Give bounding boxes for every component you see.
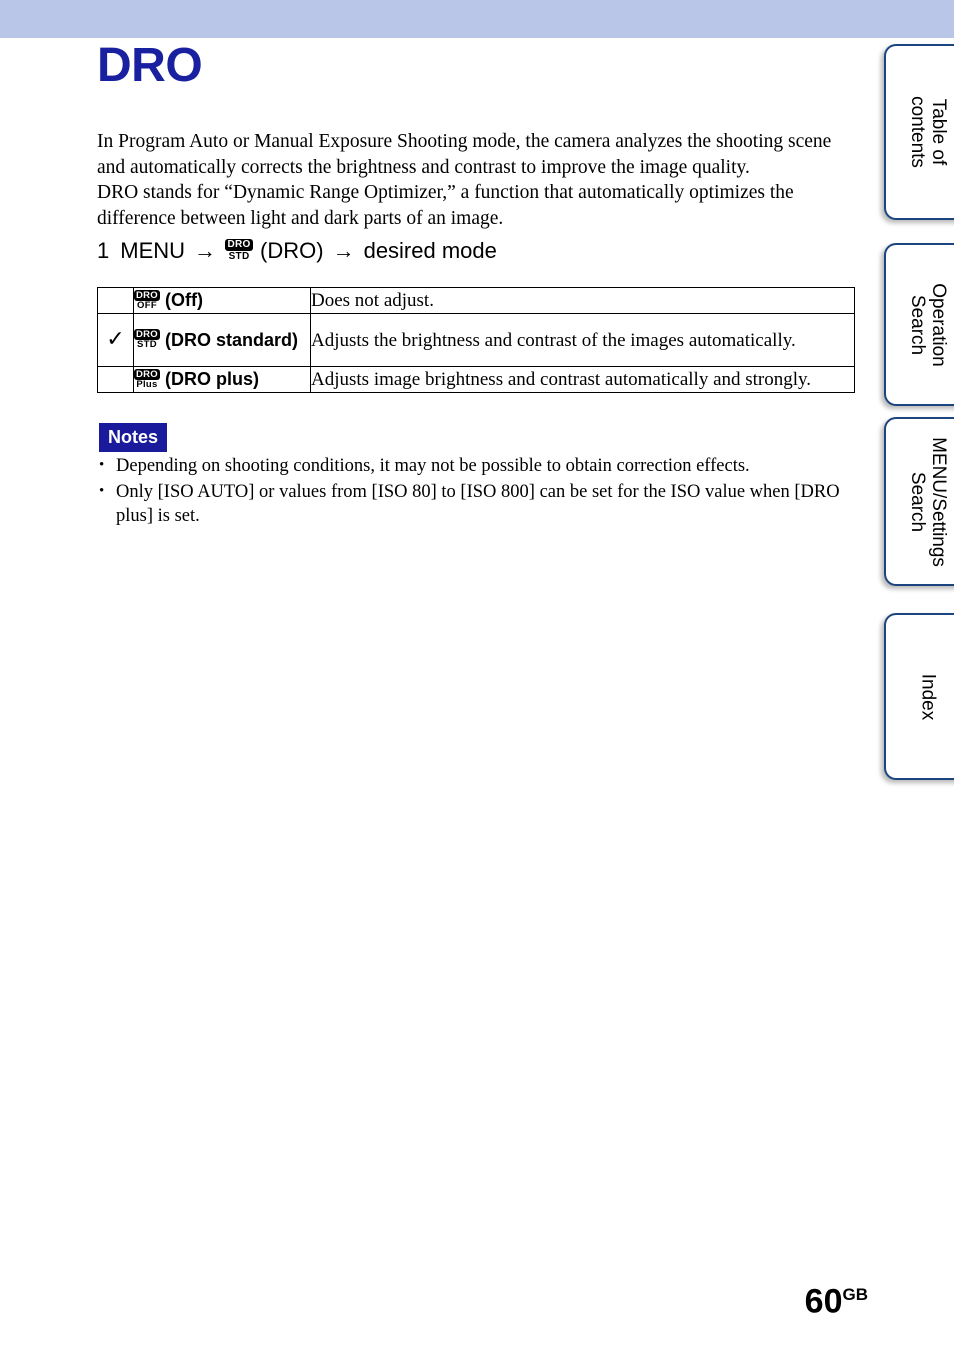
intro-paragraph: In Program Auto or Manual Exposure Shoot… (97, 129, 857, 231)
dro-plus-icon: DRO Plus (134, 368, 160, 391)
option-label-text: (DRO plus) (165, 369, 259, 389)
option-label-text: (Off) (165, 290, 203, 310)
sidebar-item-label-line2: Search (907, 471, 928, 532)
selected-check-cell: ✓ (97, 313, 134, 367)
intro-line-1: In Program Auto or Manual Exposure Shoot… (97, 131, 832, 152)
sidebar-item-index[interactable]: Index (884, 613, 954, 780)
bullet-icon: • (99, 483, 105, 499)
page-title: DRO (97, 39, 203, 92)
dro-icon-top-label: DRO (134, 368, 160, 380)
note-text: Depending on shooting conditions, it may… (116, 456, 750, 476)
dro-icon-top-label: DRO (134, 289, 160, 301)
dro-caption: (DRO) (260, 238, 324, 263)
page-number-value: 60 (804, 1282, 843, 1320)
intro-line-2: and automatically corrects the brightnes… (97, 156, 750, 178)
option-label-cell: DRO Plus (DRO plus) (133, 366, 311, 393)
sidebar-item-table-of-contents[interactable]: Table of contents (884, 44, 954, 220)
menu-path-instruction: 1 MENU → DRO STD (DRO) → desired mode (97, 236, 497, 266)
side-navigation-tabs: Table of contents Operation Search MENU/… (884, 0, 954, 1369)
sidebar-item-label-line2: contents (907, 96, 928, 168)
dro-icon-bottom-label: OFF (137, 299, 157, 311)
table-row[interactable]: DRO OFF (Off) Does not adjust. (97, 287, 855, 314)
table-row[interactable]: ✓ DRO STD (DRO standard) Adjusts the bri… (97, 313, 855, 367)
sidebar-item-label: Index (918, 673, 939, 719)
bullet-icon: • (99, 457, 105, 473)
sidebar-item-menu-settings-search[interactable]: MENU/Settings Search (884, 417, 954, 586)
page-number: 60GB (805, 1277, 868, 1319)
step-number: 1 (97, 238, 110, 263)
sidebar-item-label-line1: Index (917, 673, 939, 720)
menu-label: MENU (120, 238, 186, 263)
dro-std-icon: DRO STD (225, 238, 254, 262)
option-description-cell: Does not adjust. (310, 287, 855, 314)
sidebar-item-operation-search[interactable]: Operation Search (884, 243, 954, 406)
dro-icon-bottom-label: STD (228, 250, 250, 262)
dro-off-icon: DRO OFF (134, 289, 160, 312)
arrow-right-icon-2: → (332, 238, 355, 263)
option-label-cell: DRO OFF (Off) (133, 287, 311, 314)
dro-icon-bottom-label: Plus (136, 378, 158, 390)
dro-icon-bottom-label: STD (137, 339, 157, 350)
sidebar-item-label-line1: Operation (928, 282, 949, 367)
selected-check-cell (97, 366, 134, 393)
dro-icon-top-label: DRO (225, 238, 254, 251)
intro-line-3: DRO stands for “Dynamic Range Optimizer,… (97, 182, 794, 203)
option-label-cell: DRO STD (DRO standard) (133, 313, 311, 367)
arrow-right-icon: → (194, 238, 217, 263)
desired-mode-label: desired mode (363, 238, 497, 263)
notes-list: • Depending on shooting conditions, it m… (97, 454, 854, 530)
selected-check-cell (97, 287, 134, 314)
option-description-cell: Adjusts the brightness and contrast of t… (310, 313, 855, 367)
page-number-suffix: GB (842, 1284, 869, 1304)
sidebar-item-label-line1: MENU/Settings (928, 436, 949, 567)
option-label-text: (DRO standard) (165, 329, 299, 350)
sidebar-item-label-line1: Table of (928, 98, 949, 166)
dro-options-table: DRO OFF (Off) Does not adjust. ✓ DRO STD… (97, 287, 855, 393)
intro-line-4: difference between light and dark parts … (97, 207, 504, 229)
sidebar-item-label-line2: Search (907, 294, 928, 355)
list-item: • Only [ISO AUTO] or values from [ISO 80… (97, 480, 854, 528)
list-item: • Depending on shooting conditions, it m… (97, 454, 854, 478)
sidebar-item-label: Table of contents (907, 96, 949, 168)
sidebar-item-label: MENU/Settings Search (907, 437, 949, 567)
note-text: Only [ISO AUTO] or values from [ISO 80] … (116, 482, 840, 526)
option-description-cell: Adjusts image brightness and contrast au… (310, 366, 855, 393)
dro-std-icon: DRO STD (134, 329, 160, 351)
sidebar-item-label: Operation Search (907, 283, 949, 366)
notes-badge: Notes (99, 423, 168, 452)
page-content: DRO In Program Auto or Manual Exposure S… (0, 0, 884, 1369)
table-row[interactable]: DRO Plus (DRO plus) Adjusts image bright… (97, 366, 855, 393)
